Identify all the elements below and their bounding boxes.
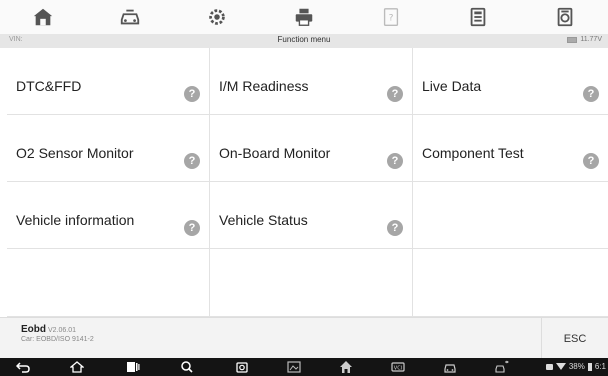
nav-icons: VCI [0, 358, 509, 376]
menu-item-vehicle-status[interactable]: Vehicle Status ? [210, 182, 413, 249]
software-version: V2.06.01 [48, 327, 77, 334]
back-button[interactable] [16, 358, 30, 376]
menu-item-vehicle-information[interactable]: Vehicle information ? [7, 182, 210, 249]
recent-apps-button[interactable] [126, 358, 140, 376]
function-menu-grid: DTC&FFD ? I/M Readiness ? Live Data ? O2… [7, 48, 608, 317]
car-swap-icon [495, 360, 509, 373]
page-title: Function menu [277, 35, 331, 44]
menu-item-empty [413, 249, 608, 317]
search-button[interactable] [180, 358, 194, 376]
menu-item-label: Component Test [422, 145, 524, 161]
menu-item-o2-sensor-monitor[interactable]: O2 Sensor Monitor ? [7, 115, 210, 182]
menu-item-label: On-Board Monitor [219, 145, 331, 161]
toolbar-save-button[interactable] [434, 0, 521, 34]
vci-icon: VCI [391, 362, 405, 372]
menu-item-label: Live Data [422, 78, 482, 94]
settings-gear-icon [209, 9, 225, 25]
menu-item-label: DTC&FFD [16, 78, 82, 94]
camera-button[interactable] [235, 358, 249, 376]
toolbar-print-button[interactable] [261, 0, 348, 34]
title-bar: VIN: Function menu 11.77V [0, 34, 608, 48]
car-protocol: Car: EOBD/ISO 9141-2 [21, 336, 94, 343]
system-status: 38% 6:1 [545, 362, 606, 371]
battery-voltage-value: 11.77V [580, 36, 602, 43]
help-icon[interactable]: ? [583, 153, 599, 169]
clock: 6:1 [594, 362, 606, 371]
car-swap-button[interactable] [495, 358, 509, 376]
menu-item-empty [210, 249, 413, 317]
menu-item-empty [413, 182, 608, 249]
system-navigation-bar: VCI 38% 6:1 [0, 358, 608, 376]
esc-button[interactable]: ESC [541, 318, 608, 359]
menu-item-dtc-ffd[interactable]: DTC&FFD ? [7, 48, 210, 115]
help-icon[interactable]: ? [387, 153, 403, 169]
menu-item-on-board-monitor[interactable]: On-Board Monitor ? [210, 115, 413, 182]
menu-item-label: Vehicle Status [219, 212, 308, 228]
vehicle-swap-icon [121, 9, 140, 25]
toolbar-settings-button[interactable] [174, 0, 261, 34]
maxisys-home-button[interactable] [339, 358, 353, 376]
top-toolbar: ? [0, 0, 608, 34]
help-icon[interactable]: ? [583, 86, 599, 102]
menu-item-label: Vehicle information [16, 212, 135, 228]
vci-button[interactable]: VCI [391, 358, 405, 376]
screenshot-button[interactable] [287, 358, 301, 376]
svg-text:?: ? [388, 13, 393, 24]
toolbar-data-logging-button[interactable] [521, 0, 608, 34]
toolbar-help-button[interactable]: ? [347, 0, 434, 34]
menu-item-live-data[interactable]: Live Data ? [413, 48, 608, 115]
battery-voltage: 11.77V [567, 36, 602, 43]
home-icon [34, 8, 53, 26]
help-icon[interactable]: ? [387, 220, 403, 236]
home-button[interactable] [70, 358, 84, 376]
car-button[interactable] [443, 358, 457, 376]
recent-apps-icon [127, 362, 140, 372]
battery-level-icon [587, 362, 592, 371]
menu-item-label: I/M Readiness [219, 78, 309, 94]
maxisys-home-icon [340, 361, 352, 373]
screenshot-icon [287, 361, 301, 373]
footer-bar: Eobd V2.06.01 Car: EOBD/ISO 9141-2 ESC [0, 317, 608, 359]
notification-icon [545, 363, 553, 370]
home-icon [70, 361, 84, 373]
help-icon[interactable]: ? [184, 86, 200, 102]
toolbar-vehicle-swap-button[interactable] [87, 0, 174, 34]
menu-item-empty [7, 249, 210, 317]
software-name: Eobd [21, 324, 46, 335]
wifi-icon [555, 363, 566, 370]
help-icon[interactable]: ? [184, 220, 200, 236]
svg-text:VCI: VCI [394, 366, 402, 372]
menu-item-im-readiness[interactable]: I/M Readiness ? [210, 48, 413, 115]
help-icon[interactable]: ? [387, 86, 403, 102]
battery-percent: 38% [568, 362, 585, 371]
back-icon [16, 362, 30, 373]
help-icon: ? [383, 8, 398, 26]
menu-item-component-test[interactable]: Component Test ? [413, 115, 608, 182]
battery-icon [567, 36, 578, 43]
print-icon [295, 8, 313, 26]
help-icon[interactable]: ? [184, 153, 200, 169]
car-icon [444, 364, 456, 373]
save-icon [470, 7, 486, 27]
menu-item-label: O2 Sensor Monitor [16, 145, 134, 161]
camera-icon [236, 362, 248, 373]
software-title: Eobd V2.06.01 [21, 324, 76, 335]
search-icon [181, 361, 193, 373]
toolbar-home-button[interactable] [0, 0, 87, 34]
data-logging-icon [557, 7, 572, 27]
